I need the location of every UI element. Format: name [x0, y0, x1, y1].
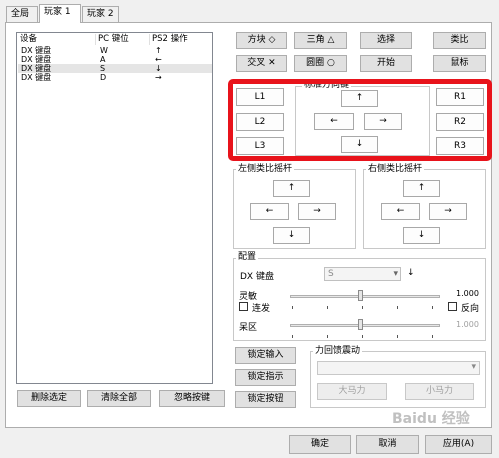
- apply-button[interactable]: 应用(A): [425, 435, 492, 454]
- row-action: ↓: [155, 64, 162, 73]
- list-item-selected[interactable]: DX 键盘 S ↓: [18, 64, 212, 73]
- row-device: DX 键盘: [21, 46, 52, 55]
- row-key: S: [100, 64, 106, 73]
- sensitivity-slider[interactable]: [290, 295, 440, 298]
- mouse-button[interactable]: 鼠标: [433, 55, 486, 72]
- force-feedback-label: 力回馈震动: [313, 346, 363, 357]
- tab-player-1[interactable]: 玩家 1: [39, 4, 81, 23]
- row-key: A: [100, 55, 106, 64]
- right-stick-left-button[interactable]: ←: [381, 203, 420, 220]
- start-button[interactable]: 开始: [360, 55, 412, 72]
- circle-button[interactable]: 圆圈 ○: [294, 55, 347, 72]
- right-stick-label: 右侧类比摇杆: [366, 164, 425, 175]
- lock-button-button[interactable]: 锁定按钮: [235, 391, 296, 408]
- select-button[interactable]: 选择: [360, 32, 412, 49]
- row-key: D: [100, 73, 107, 82]
- left-stick-label: 左侧类比摇杆: [236, 164, 295, 175]
- row-action: ↑: [155, 46, 162, 55]
- ok-button[interactable]: 确定: [289, 435, 351, 454]
- slider-tick: [292, 306, 293, 309]
- slider-tick: [362, 335, 363, 338]
- slider-tick: [397, 335, 398, 338]
- column-pc-key[interactable]: PC 键位: [98, 34, 150, 45]
- square-button[interactable]: 方块 ◇: [236, 32, 287, 49]
- cross-button[interactable]: 交叉 ✕: [236, 55, 287, 72]
- right-stick-right-button[interactable]: →: [429, 203, 467, 220]
- deadzone-value: 1.000: [456, 320, 479, 329]
- key-select[interactable]: S ▾: [324, 267, 401, 281]
- small-motor-button[interactable]: 小马力: [405, 383, 474, 400]
- left-stick-right-button[interactable]: →: [298, 203, 336, 220]
- lock-input-button[interactable]: 锁定输入: [235, 347, 296, 364]
- tab-global[interactable]: 全局: [6, 6, 38, 22]
- slider-tick: [327, 306, 328, 309]
- binding-list[interactable]: 设备 PC 键位 PS2 操作 DX 键盘 W ↑ DX 键盘 A ← DX 键…: [16, 32, 213, 384]
- slider-tick: [432, 335, 433, 338]
- chevron-down-icon: ▾: [471, 362, 476, 372]
- turbo-checkbox[interactable]: [239, 302, 248, 311]
- key-select-value: S: [328, 269, 334, 279]
- row-device: DX 键盘: [21, 55, 52, 64]
- lock-direction-button[interactable]: 锁定指示: [235, 369, 296, 386]
- ignore-keys-button[interactable]: 忽略按键: [159, 390, 225, 407]
- slider-tick: [432, 306, 433, 309]
- row-action: ←: [155, 55, 162, 64]
- watermark: Baidu 经验: [392, 411, 470, 427]
- config-label: 配置: [236, 252, 259, 263]
- column-device[interactable]: 设备: [20, 34, 96, 45]
- cancel-button[interactable]: 取消: [356, 435, 419, 454]
- slider-tick: [292, 335, 293, 338]
- deadzone-label: 呆区: [239, 323, 258, 333]
- left-stick-left-button[interactable]: ←: [250, 203, 289, 220]
- row-action: →: [155, 73, 162, 82]
- right-stick-down-button[interactable]: ↓: [403, 227, 440, 244]
- left-stick-up-button[interactable]: ↑: [273, 180, 310, 197]
- deadzone-slider[interactable]: [290, 324, 440, 327]
- clear-all-button[interactable]: 清除全部: [87, 390, 151, 407]
- row-key: W: [100, 46, 108, 55]
- row-device: DX 键盘: [21, 64, 52, 73]
- slider-tick: [397, 306, 398, 309]
- list-item[interactable]: DX 键盘 D →: [18, 73, 212, 82]
- slider-tick: [362, 306, 363, 309]
- highlight-annotation: [228, 79, 492, 161]
- config-device-label: DX 键盘: [240, 272, 274, 282]
- row-device: DX 键盘: [21, 73, 52, 82]
- config-arrow: ↓: [407, 268, 415, 278]
- right-stick-up-button[interactable]: ↑: [403, 180, 440, 197]
- deadzone-slider-thumb[interactable]: [358, 319, 363, 330]
- left-stick-down-button[interactable]: ↓: [273, 227, 310, 244]
- sensitivity-value: 1.000: [456, 289, 479, 298]
- reverse-label: 反向: [461, 304, 480, 314]
- turbo-label: 连发: [252, 304, 271, 314]
- list-item[interactable]: DX 键盘 W ↑: [18, 46, 212, 55]
- list-item[interactable]: DX 键盘 A ←: [18, 55, 212, 64]
- slider-tick: [327, 335, 328, 338]
- big-motor-button[interactable]: 大马力: [317, 383, 387, 400]
- analog-button[interactable]: 类比: [433, 32, 486, 49]
- delete-selected-button[interactable]: 删除选定: [17, 390, 81, 407]
- force-feedback-select[interactable]: ▾: [317, 361, 480, 375]
- reverse-checkbox[interactable]: [448, 302, 457, 311]
- column-ps2-action[interactable]: PS2 操作: [152, 34, 210, 45]
- chevron-down-icon: ▾: [393, 269, 398, 279]
- triangle-button[interactable]: 三角 △: [294, 32, 347, 49]
- tab-player-2[interactable]: 玩家 2: [82, 6, 119, 22]
- sensitivity-slider-thumb[interactable]: [358, 290, 363, 301]
